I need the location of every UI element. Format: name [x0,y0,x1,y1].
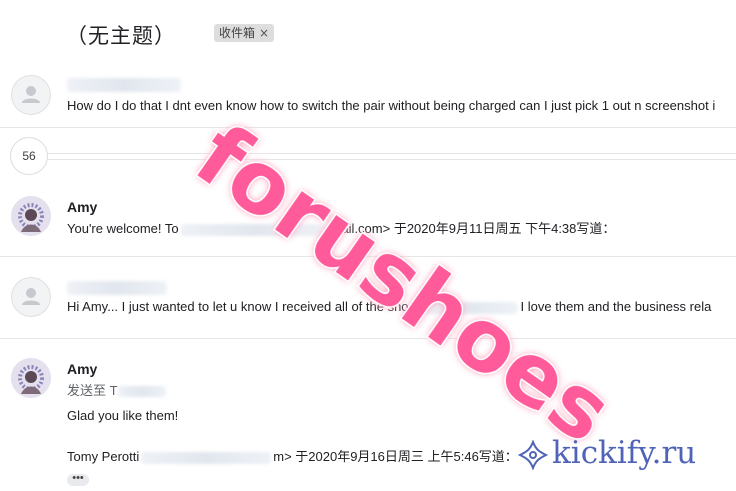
label-name: 收件箱 [219,26,256,40]
message-snippet[interactable]: How do I do that I dnt even know how to … [67,98,715,113]
message-sender[interactable]: Amy [67,361,97,377]
profile-photo-icon [11,358,51,398]
message-snippet[interactable]: Hi Amy... I just wanted to let u know I … [67,299,711,314]
avatar [11,277,51,317]
message-sender[interactable] [67,76,181,93]
thread-subject: （无主题） [66,24,176,48]
message-sender[interactable] [67,279,167,296]
remove-label-icon[interactable]: × [259,26,269,40]
avatar [11,358,51,398]
avatar [11,196,51,236]
brand-logo-icon [518,440,548,470]
inbox-label-chip: 收件箱 × [214,24,275,42]
divider [48,153,736,154]
divider [0,338,736,339]
avatar [11,75,51,115]
divider [48,159,736,160]
profile-photo-icon [11,196,51,236]
message-snippet[interactable]: You're welcome! To mail.com> 于2020年9月11日周… [67,218,615,237]
default-avatar-icon [22,288,40,305]
quoted-header-line: Tomy Perotti m> 于2020年9月16日周三 上午5:46写道： [67,449,518,464]
default-avatar-icon [22,86,40,103]
brand-watermark: kickify.ru [552,435,697,471]
message-body-line: Glad you like them! [67,408,179,423]
divider [0,256,736,257]
show-trimmed-content-button[interactable]: ••• [67,473,89,486]
divider [0,127,736,128]
message-sender[interactable]: Amy [67,199,97,215]
recipient-line[interactable]: 发送至 T [67,380,166,399]
collapsed-messages-count[interactable]: 56 [10,137,48,175]
